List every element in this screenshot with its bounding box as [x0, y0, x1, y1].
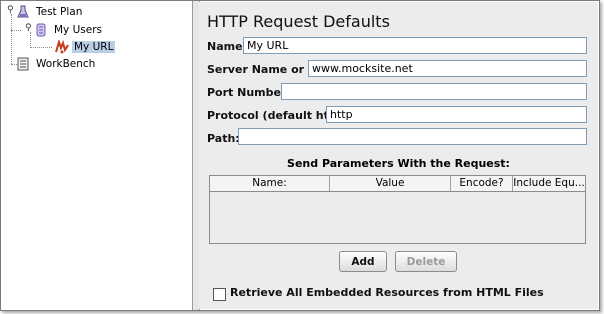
- tree-item-label: My Users: [54, 24, 103, 36]
- server-label: Server Name or IP:: [207, 63, 325, 76]
- params-title: Send Parameters With the Request:: [287, 157, 510, 170]
- name-label: Name:: [207, 40, 247, 53]
- delete-button[interactable]: Delete: [395, 251, 457, 272]
- expand-handle-icon[interactable]: ⚲: [25, 24, 33, 33]
- params-table[interactable]: Name: Value Encode? Include Equ...: [209, 175, 586, 244]
- http-request-defaults-panel: HTTP Request Defaults Name: Server Name …: [199, 2, 598, 309]
- params-table-header: Name: Value Encode? Include Equ...: [210, 176, 585, 192]
- name-field[interactable]: [243, 37, 587, 54]
- expand-handle-icon[interactable]: ⚲: [7, 6, 15, 15]
- path-field[interactable]: [238, 128, 587, 145]
- test-tree: ⚲ Test Plan ⚲ My Users My URL WorkBench: [2, 2, 192, 309]
- path-label: Path:: [207, 132, 240, 145]
- tree-item-my-url[interactable]: My URL: [54, 38, 116, 55]
- port-field[interactable]: [281, 83, 587, 100]
- tree-item-test-plan[interactable]: Test Plan: [16, 4, 84, 20]
- window-frame: ⚲ Test Plan ⚲ My Users My URL WorkBench …: [0, 0, 600, 311]
- page-title: HTTP Request Defaults: [207, 12, 390, 31]
- column-header-encode[interactable]: Encode?: [451, 176, 513, 191]
- column-header-include-equals[interactable]: Include Equ...: [513, 176, 585, 191]
- thread-group-icon: [34, 23, 48, 37]
- tree-item-my-users[interactable]: My Users: [34, 22, 104, 38]
- port-label: Port Number:: [207, 86, 291, 99]
- tree-item-label: My URL: [72, 41, 116, 53]
- retrieve-resources-checkbox[interactable]: [213, 288, 226, 301]
- tree-item-label: Test Plan: [36, 6, 83, 18]
- http-sampler-icon: [54, 38, 69, 54]
- add-button[interactable]: Add: [339, 251, 387, 272]
- protocol-field[interactable]: [326, 106, 587, 123]
- retrieve-resources-label: Retrieve All Embedded Resources from HTM…: [230, 286, 544, 299]
- tree-item-label: WorkBench: [36, 58, 96, 70]
- column-header-name[interactable]: Name:: [210, 176, 330, 191]
- server-field[interactable]: [308, 60, 587, 77]
- test-plan-icon: [16, 5, 30, 19]
- tree-item-workbench[interactable]: WorkBench: [16, 56, 97, 72]
- workbench-icon: [16, 57, 30, 71]
- column-header-value[interactable]: Value: [330, 176, 451, 191]
